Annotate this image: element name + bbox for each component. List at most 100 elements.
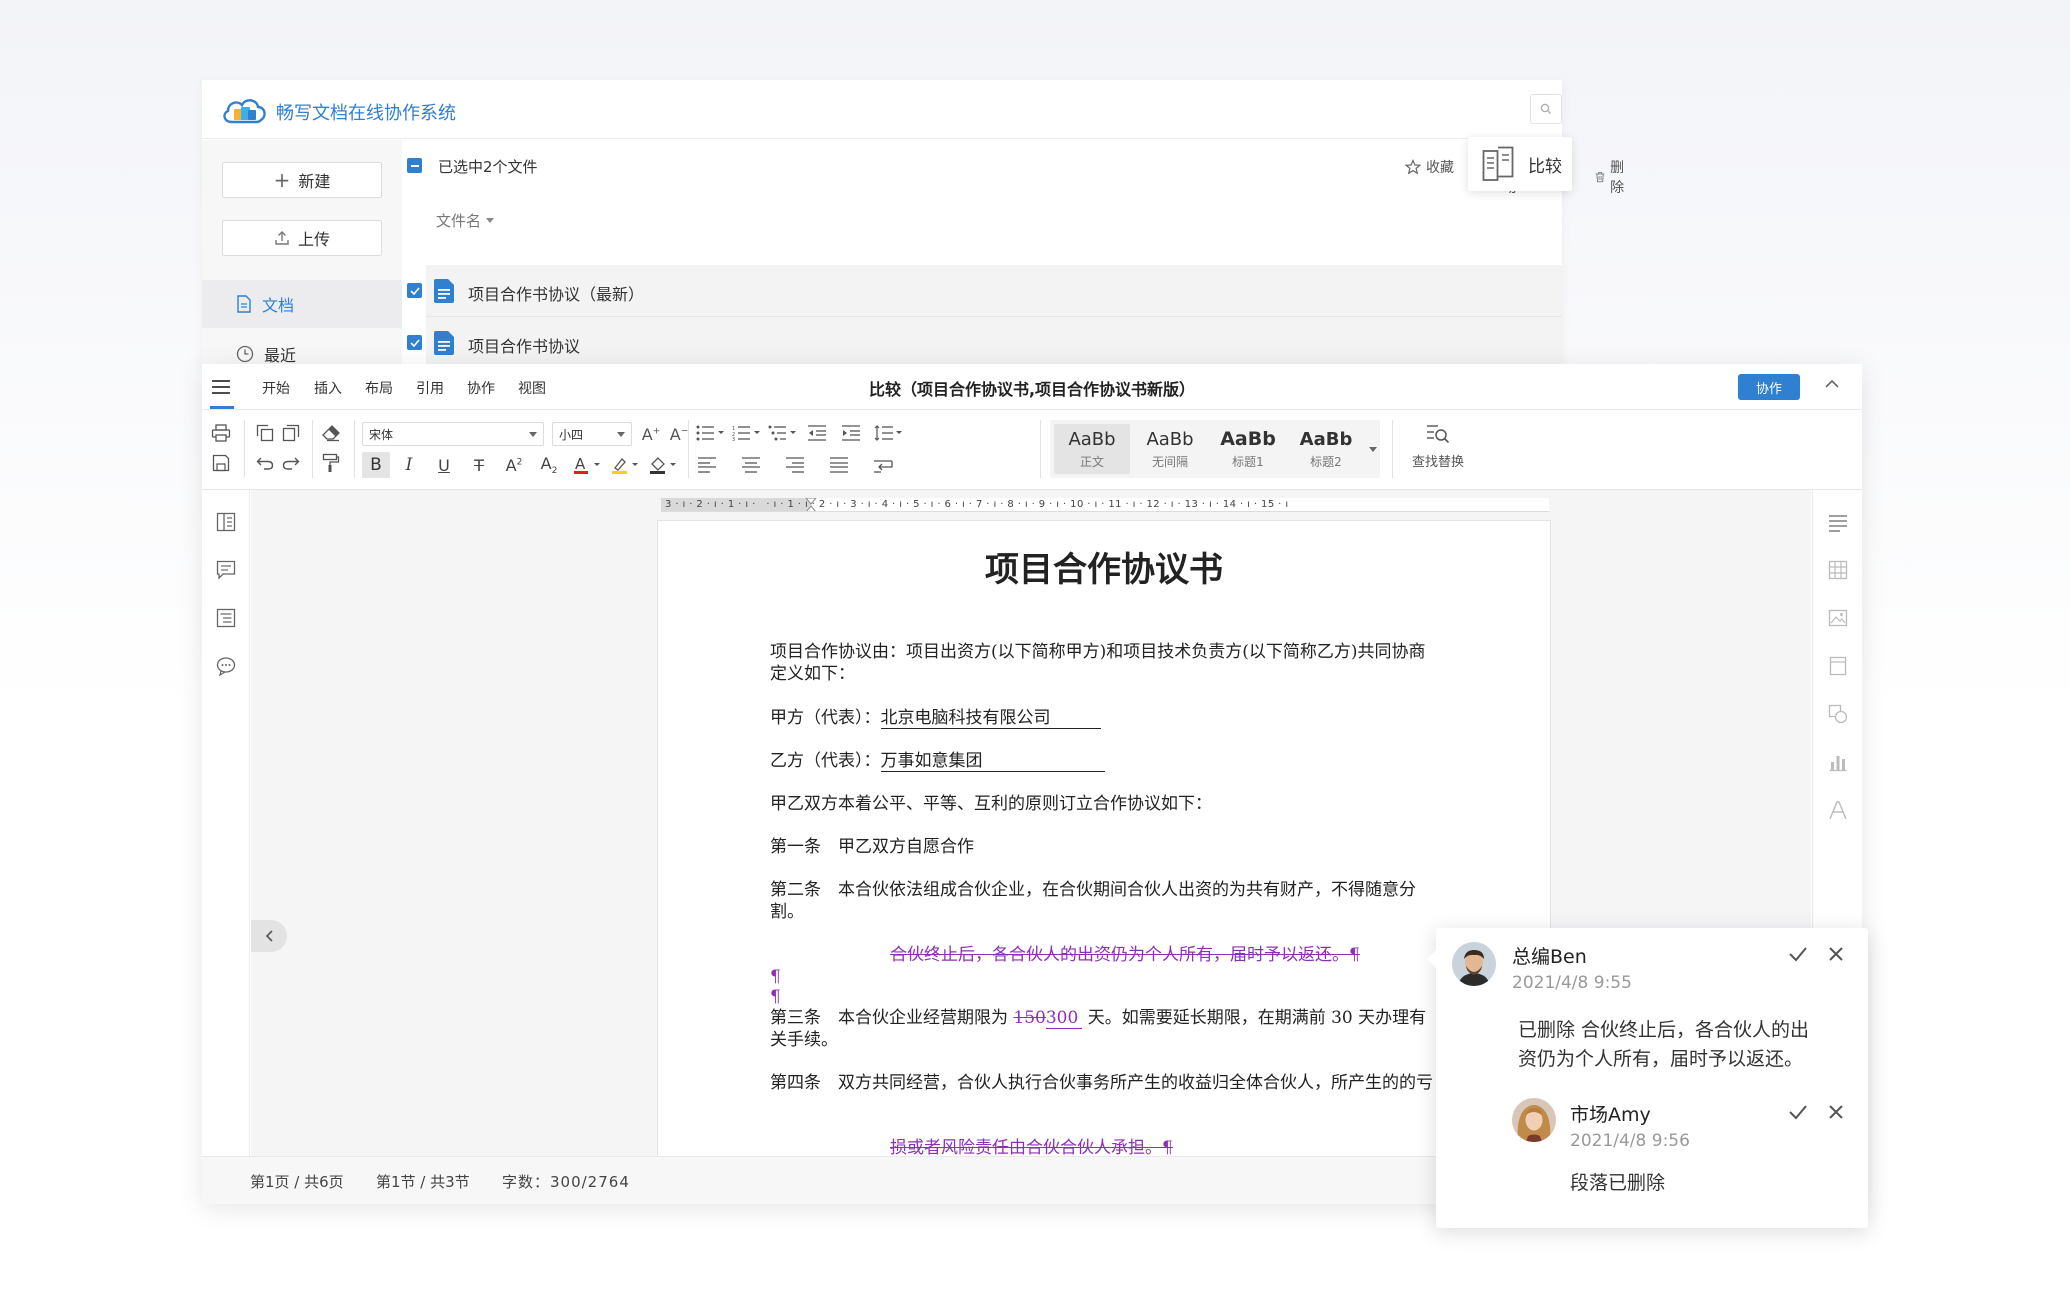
- favorite-button[interactable]: 收藏: [1405, 157, 1454, 177]
- upload-button[interactable]: 上传: [222, 220, 382, 256]
- compare-button[interactable]: 比较: [1468, 137, 1572, 191]
- multilevel-list-button[interactable]: [768, 422, 798, 444]
- delete-button[interactable]: 删除: [1595, 157, 1629, 197]
- header-footer-icon[interactable]: [1828, 656, 1848, 676]
- underline-icon: U: [438, 455, 450, 475]
- paragraph-article-4: 第四条 双方共同经营，合伙人执行合伙事务所产生的收益归全体合伙人，所产生的的亏: [770, 1073, 1433, 1093]
- font-size-select[interactable]: 小四: [552, 422, 632, 446]
- paragraph-settings-icon[interactable]: [1828, 514, 1848, 532]
- print-button[interactable]: [210, 422, 232, 444]
- format-painter-button[interactable]: [320, 452, 342, 474]
- ribbon-separator: [312, 420, 313, 478]
- search-icon: [1540, 103, 1551, 114]
- shading-button[interactable]: [648, 454, 680, 476]
- column-header-filename[interactable]: 文件名: [436, 210, 495, 231]
- delete-label: 删除: [1610, 160, 1625, 196]
- align-center-button[interactable]: [740, 454, 762, 476]
- copy-button[interactable]: [254, 422, 276, 444]
- superscript-button[interactable]: A2: [503, 454, 525, 476]
- ruler-ticks: 3 · ı · 2 · ı · 1 · ı · · ı · 1 · ı · 2 …: [665, 499, 1289, 510]
- word-count: 字数：300/2764: [502, 1173, 630, 1191]
- find-replace-icon: [1427, 425, 1450, 444]
- font-color-button[interactable]: A: [572, 454, 604, 476]
- chart-icon[interactable]: [1828, 752, 1848, 772]
- save-button[interactable]: [210, 452, 232, 474]
- italic-button[interactable]: I: [398, 454, 420, 476]
- font-family-select[interactable]: 宋体: [362, 422, 544, 446]
- headings-icon[interactable]: [216, 608, 236, 628]
- image-icon[interactable]: [1828, 608, 1848, 628]
- active-menu-indicator: [210, 406, 234, 409]
- align-right-button[interactable]: [784, 454, 806, 476]
- svg-text:3: 3: [732, 437, 735, 441]
- chevron-up-icon[interactable]: [1824, 378, 1840, 390]
- cloud-logo-icon: [220, 94, 268, 126]
- strikethrough-button[interactable]: T: [468, 454, 490, 476]
- reject-close-icon[interactable]: [1826, 944, 1846, 964]
- accept-check-icon[interactable]: [1788, 1102, 1808, 1122]
- inserted-number: 300: [1045, 1008, 1083, 1029]
- new-button[interactable]: + 新建: [222, 162, 382, 198]
- section-count: 第1节 / 共3节: [376, 1173, 470, 1191]
- font-family-value: 宋体: [369, 427, 394, 442]
- style-heading-1[interactable]: AaBb 标题1: [1210, 424, 1286, 474]
- increase-indent-button[interactable]: [840, 422, 862, 444]
- pilcrow-mark: ¶: [770, 967, 781, 987]
- increase-font-button[interactable]: A+: [640, 423, 662, 445]
- ribbon-separator: [354, 420, 355, 478]
- paste-button[interactable]: [280, 422, 302, 444]
- underline-button[interactable]: U: [433, 454, 455, 476]
- horizontal-ruler[interactable]: 3 · ı · 2 · ı · 1 · ı · · ı · 1 · ı · 2 …: [661, 498, 1549, 512]
- text-direction-button[interactable]: [872, 454, 894, 476]
- decrease-font-button[interactable]: A−: [668, 423, 690, 445]
- format-painter-icon: [322, 453, 340, 472]
- line-spacing-button[interactable]: [874, 422, 904, 444]
- file-checkbox[interactable]: [407, 283, 422, 298]
- clear-format-button[interactable]: [320, 422, 342, 444]
- justify-button[interactable]: [828, 454, 850, 476]
- avatar: [1512, 1098, 1556, 1142]
- collapse-sidebar-button[interactable]: [251, 920, 287, 952]
- find-replace-button[interactable]: 查找替换: [1406, 424, 1470, 470]
- dropdown-caret-icon: [529, 432, 537, 437]
- file-row[interactable]: 项目合作书协议（最新）: [402, 265, 1562, 317]
- document-page[interactable]: 项目合作协议书 项目合作协议由：项目出资方(以下简称甲方)和项目技术负责方(以下…: [657, 520, 1551, 1156]
- collaborate-button[interactable]: 协作: [1738, 374, 1800, 400]
- file-checkbox[interactable]: [407, 335, 422, 350]
- bullet-list-button[interactable]: [696, 422, 726, 444]
- highlight-button[interactable]: [610, 454, 642, 476]
- table-icon[interactable]: [1828, 560, 1848, 580]
- check-icon: [409, 338, 420, 347]
- style-no-spacing[interactable]: AaBb 无间隔: [1132, 424, 1208, 474]
- text-art-icon[interactable]: [1828, 800, 1848, 820]
- file-row[interactable]: 项目合作书协议: [402, 317, 1562, 369]
- search-button[interactable]: [1530, 94, 1562, 124]
- numbered-list-button[interactable]: 123: [732, 422, 762, 444]
- shape-icon[interactable]: [1828, 704, 1848, 724]
- chat-icon[interactable]: [216, 656, 236, 676]
- editor-ribbon: 宋体 小四 A+ A− B I U T A2 A2 A 123 AaBb 正文 …: [202, 410, 1862, 490]
- editor-right-toolbar: [1812, 490, 1862, 950]
- style-sample: AaBb: [1220, 428, 1276, 450]
- style-gallery-expand[interactable]: [1366, 420, 1380, 478]
- align-left-button[interactable]: [696, 454, 718, 476]
- undo-button[interactable]: [254, 452, 276, 474]
- subscript-button[interactable]: A2: [538, 454, 560, 476]
- comment-icon[interactable]: [216, 560, 236, 580]
- redo-button[interactable]: [280, 452, 302, 474]
- file-row-background: [426, 317, 1562, 369]
- indent-marker-icon[interactable]: [805, 498, 817, 512]
- accept-check-icon[interactable]: [1788, 944, 1808, 964]
- sidebar-item-documents[interactable]: 文档: [202, 280, 402, 328]
- ribbon-separator: [1040, 420, 1041, 478]
- bold-button[interactable]: B: [362, 452, 390, 478]
- style-name: 标题1: [1232, 455, 1264, 469]
- numbered-list-icon: 123: [732, 426, 760, 441]
- style-normal[interactable]: AaBb 正文: [1054, 424, 1130, 474]
- decrease-indent-button[interactable]: [806, 422, 828, 444]
- sidebar-item-label: 文档: [262, 296, 295, 315]
- navigation-icon[interactable]: [216, 512, 236, 532]
- reject-close-icon[interactable]: [1826, 1102, 1846, 1122]
- select-all-checkbox[interactable]: [407, 158, 422, 173]
- style-heading-2[interactable]: AaBb 标题2: [1288, 424, 1364, 474]
